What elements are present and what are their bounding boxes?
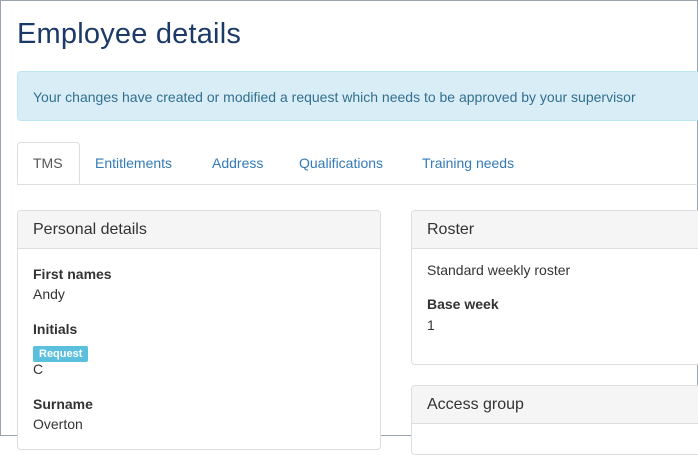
request-badge: Request	[33, 346, 89, 362]
tab-training-needs[interactable]: Training needs	[407, 142, 529, 184]
base-week-value: 1	[427, 317, 435, 333]
tab-address-label: Address	[212, 155, 264, 171]
tab-entitlements[interactable]: Entitlements	[80, 142, 187, 184]
roster-value: Standard weekly roster	[427, 262, 571, 278]
roster-heading: Roster	[412, 211, 698, 249]
roster-panel: Roster Standard weekly roster Base week …	[411, 210, 698, 365]
personal-details-panel: Personal details First names Andy Initia…	[17, 210, 381, 450]
personal-details-heading: Personal details	[18, 211, 380, 249]
tab-tms-label: TMS	[33, 155, 63, 171]
tab-tms[interactable]: TMS	[17, 142, 80, 184]
access-group-panel: Access group	[411, 385, 698, 455]
info-alert: Your changes have created or modified a …	[17, 71, 698, 121]
surname-value: Overton	[33, 416, 83, 432]
tab-bar: TMS Entitlements Address Qualifications …	[17, 142, 698, 185]
initials-value: C	[33, 361, 44, 377]
initials-label: Initials	[33, 321, 78, 337]
first-names-value: Andy	[33, 286, 65, 302]
tab-qualifications-label: Qualifications	[299, 155, 384, 171]
access-group-heading: Access group	[412, 386, 698, 424]
base-week-label: Base week	[427, 296, 499, 312]
tab-training-needs-label: Training needs	[422, 155, 515, 171]
surname-label: Surname	[33, 396, 93, 412]
page-title: Employee details	[17, 18, 242, 50]
tab-qualifications[interactable]: Qualifications	[284, 142, 398, 184]
first-names-label: First names	[33, 266, 112, 282]
tab-address[interactable]: Address	[197, 142, 278, 184]
alert-message: Your changes have created or modified a …	[33, 89, 636, 105]
tab-entitlements-label: Entitlements	[95, 155, 173, 171]
